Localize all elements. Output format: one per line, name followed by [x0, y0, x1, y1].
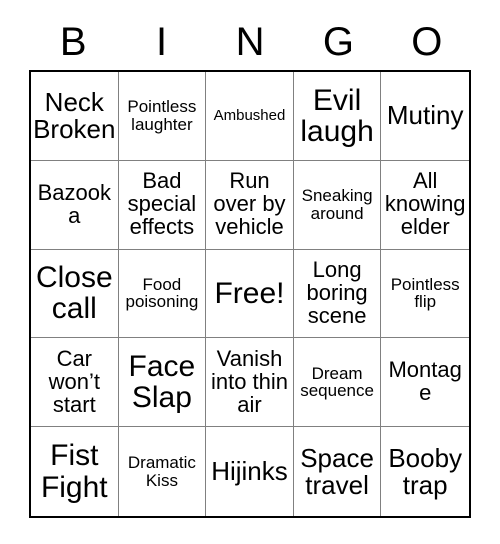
bingo-cell-label: Dream sequence — [300, 363, 374, 401]
bingo-cell-label: Vanish into thin air — [210, 345, 289, 417]
bingo-cell[interactable]: All knowing elder — [381, 160, 469, 250]
bingo-cell-label: Space travel — [300, 442, 374, 500]
bingo-cell[interactable]: Vanish into thin air — [206, 338, 294, 428]
bingo-cell[interactable]: Free! — [206, 249, 294, 339]
bingo-cell-label: Bazooka — [37, 179, 111, 228]
bingo-cell[interactable]: Dream sequence — [293, 338, 382, 428]
bingo-cell[interactable]: Pointless flip — [381, 249, 469, 339]
bingo-cell-label: Mutiny — [386, 100, 464, 131]
bingo-cell-label: Evil laugh — [300, 83, 374, 148]
bingo-cell-label: Hijinks — [211, 456, 288, 487]
bingo-cell-label: Sneaking around — [301, 186, 373, 223]
bingo-cell[interactable]: Pointless laughter — [118, 72, 207, 161]
bingo-header-letter-g: G — [322, 20, 354, 64]
bingo-cell[interactable]: Fist Fight — [31, 427, 119, 516]
bingo-cell[interactable]: Food poisoning — [118, 249, 207, 339]
bingo-cell[interactable]: Car won’t start — [31, 338, 119, 428]
bingo-cell[interactable]: Montage — [381, 338, 469, 428]
bingo-cell-label: Bad special effects — [127, 168, 197, 240]
bingo-header-letter-n: N — [235, 20, 265, 64]
bingo-cell[interactable]: Neck Broken — [31, 72, 119, 161]
bingo-cell-label: Booby trap — [388, 442, 463, 500]
bingo-cell[interactable]: Close call — [31, 249, 119, 339]
bingo-cell-label: Face Slap — [128, 350, 196, 415]
bingo-cell[interactable]: Hijinks — [206, 427, 294, 516]
bingo-cell[interactable]: Mutiny — [381, 72, 469, 161]
bingo-cell-label: Pointless flip — [390, 274, 460, 312]
bingo-cell[interactable]: Bazooka — [31, 160, 119, 250]
bingo-cell[interactable]: Booby trap — [381, 427, 469, 516]
bingo-cell-label: Fist Fight — [40, 439, 108, 504]
bingo-cell-label: Car won’t start — [48, 345, 100, 417]
bingo-cell-label: Montage — [388, 357, 462, 406]
bingo-cell-label: Free! — [214, 276, 285, 310]
bingo-cell-label: All knowing elder — [384, 168, 466, 240]
bingo-cell-label: Close call — [35, 261, 113, 326]
bingo-header: B I N G O — [29, 14, 471, 70]
bingo-cell[interactable]: Face Slap — [118, 338, 207, 428]
bingo-cell-label: Ambushed — [213, 107, 286, 125]
bingo-card: B I N G O Neck Broken Pointless laughter A… — [0, 0, 500, 544]
bingo-header-letter-i: I — [156, 20, 168, 64]
bingo-cell-label: Dramatic Kiss — [127, 452, 196, 490]
bingo-cell-label: Pointless laughter — [127, 97, 197, 134]
bingo-cell[interactable]: Evil laugh — [293, 72, 382, 161]
bingo-cell[interactable]: Long boring scene — [293, 249, 382, 339]
bingo-grid: Neck Broken Pointless laughter Ambushed Evi… — [29, 70, 471, 518]
bingo-cell[interactable]: Sneaking around — [293, 160, 382, 250]
bingo-cell[interactable]: Run over by vehicle — [206, 160, 294, 250]
bingo-cell[interactable]: Space travel — [293, 427, 382, 516]
bingo-header-letter-o: O — [411, 20, 443, 64]
bingo-cell-label: Run over by vehicle — [213, 168, 286, 240]
bingo-header-letter-b: B — [59, 20, 87, 64]
bingo-cell-label: Neck Broken — [33, 86, 116, 144]
bingo-cell[interactable]: Bad special effects — [118, 160, 207, 250]
bingo-cell-label: Food poisoning — [125, 274, 199, 312]
bingo-cell[interactable]: Dramatic Kiss — [118, 427, 207, 516]
bingo-cell-label: Long boring scene — [306, 257, 368, 328]
bingo-cell[interactable]: Ambushed — [206, 72, 294, 161]
